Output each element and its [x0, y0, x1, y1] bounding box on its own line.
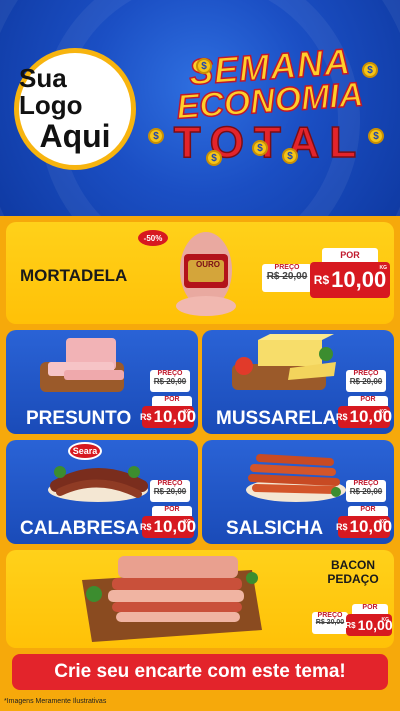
por-label: POR — [322, 248, 378, 262]
por-label: POR — [348, 506, 388, 516]
old-price: R$ 20,00 — [266, 271, 308, 282]
current-price: R$ 10,00 KG — [139, 516, 196, 538]
current-price: R$ 10,00 KG — [139, 406, 196, 428]
logo-text-line2: Aqui — [39, 117, 111, 154]
old-price-tag: PREÇO R$ 20,00 — [346, 480, 386, 502]
brand-badge: Seara — [68, 442, 102, 460]
unit-label: KG — [183, 519, 192, 525]
product-name-line1: BACON — [331, 558, 375, 572]
preco-label: PREÇO — [353, 480, 379, 487]
coin-icon: $ — [368, 128, 384, 144]
product-card-mussarela[interactable]: MUSSARELA PREÇO R$ 20,00 POR R$ 10,00 KG — [202, 330, 394, 434]
coin-icon: $ — [148, 128, 164, 144]
old-price: R$ 20,00 — [349, 487, 383, 496]
old-price-tag: PREÇO R$ 20,00 — [150, 370, 190, 392]
unit-label: KG — [381, 617, 390, 623]
product-name: MUSSARELA — [216, 408, 337, 429]
old-price-tag: PREÇO R$ 20,00 — [150, 480, 190, 502]
unit-label: KG — [379, 519, 388, 525]
old-price: R$ 20,00 — [315, 619, 345, 626]
por-label: POR — [152, 506, 192, 516]
coin-icon: $ — [282, 148, 298, 164]
old-price: R$ 20,00 — [349, 377, 383, 386]
old-price: R$ 20,00 — [153, 487, 187, 496]
product-name: SALSICHA — [226, 518, 324, 539]
unit-label: KG — [379, 409, 388, 415]
product-card-salsicha[interactable]: SALSICHA PREÇO R$ 20,00 POR R$ 10,00 KG — [202, 440, 394, 544]
currency: R$ — [139, 412, 152, 422]
mortadela-image — [176, 232, 236, 316]
current-price: R$ 10,00 KG — [335, 516, 392, 538]
featured-product-card[interactable]: MORTADELA -50% OURO PREÇO R$ 20,00 POR R… — [6, 222, 394, 324]
salsicha-image — [246, 454, 346, 502]
product-name: MORTADELA — [20, 266, 128, 285]
por-label: POR — [152, 396, 192, 406]
cta-banner[interactable]: Crie seu encarte com este tema! — [12, 654, 388, 690]
preco-label: PREÇO — [274, 264, 300, 271]
price-value: 10,00 — [331, 267, 387, 292]
unit-label: KG — [183, 409, 192, 415]
current-price: R$ 10,00 KG — [310, 262, 390, 298]
por-label: POR — [352, 604, 388, 614]
currency: R$ — [345, 620, 356, 630]
product-name-line2: PEDAÇO — [327, 572, 379, 586]
old-price: R$ 20,00 — [153, 377, 187, 386]
brand-label: OURO — [196, 260, 220, 269]
bacon-image — [82, 556, 262, 642]
currency: R$ — [335, 412, 348, 422]
logo-text-line1: Sua Logo — [19, 62, 83, 121]
coin-icon: $ — [206, 150, 222, 166]
discount-badge: -50% — [138, 230, 168, 246]
por-label: POR — [348, 396, 388, 406]
title-total: TOTAL — [173, 118, 367, 167]
header-banner: Sua Logo Aqui SEMANA ECONOMIA TOTAL $ $ … — [0, 0, 400, 216]
coin-icon: $ — [362, 62, 378, 78]
coin-icon: $ — [252, 140, 268, 156]
currency: R$ — [139, 522, 152, 532]
product-card-presunto[interactable]: PRESUNTO PREÇO R$ 20,00 POR R$ 10,00 KG — [6, 330, 198, 434]
preco-label: PREÇO — [157, 480, 183, 487]
currency: R$ — [313, 273, 330, 287]
mussarela-image — [235, 334, 336, 380]
product-card-calabresa[interactable]: Seara CALABRESA PREÇO R$ 20,00 POR R$ 10… — [6, 440, 198, 544]
product-card-bacon[interactable]: BACON PEDAÇO PREÇO R$ 20,00 POR R$ 10,00… — [6, 550, 394, 648]
preco-label: PREÇO — [353, 370, 379, 377]
coin-icon: $ — [196, 58, 212, 74]
old-price-tag: PREÇO R$ 20,00 — [312, 612, 348, 634]
store-logo-placeholder[interactable]: Sua Logo Aqui — [14, 48, 136, 170]
old-price-tag: PREÇO R$ 20,00 — [346, 370, 386, 392]
disclaimer-note: *Imagens Meramente Ilustrativas — [4, 698, 107, 705]
currency: R$ — [335, 522, 348, 532]
campaign-title: SEMANA ECONOMIA TOTAL — [150, 40, 390, 180]
preco-label: PREÇO — [157, 370, 183, 377]
current-price: R$ 10,00 KG — [345, 614, 393, 636]
unit-label: KG — [379, 265, 388, 271]
product-name: CALABRESA — [20, 518, 140, 539]
preco-label: PREÇO — [317, 612, 343, 619]
product-name: PRESUNTO — [26, 408, 132, 429]
current-price: R$ 10,00 KG — [335, 406, 392, 428]
old-price-tag: PREÇO R$ 20,00 — [262, 264, 312, 292]
presunto-image — [48, 338, 124, 380]
